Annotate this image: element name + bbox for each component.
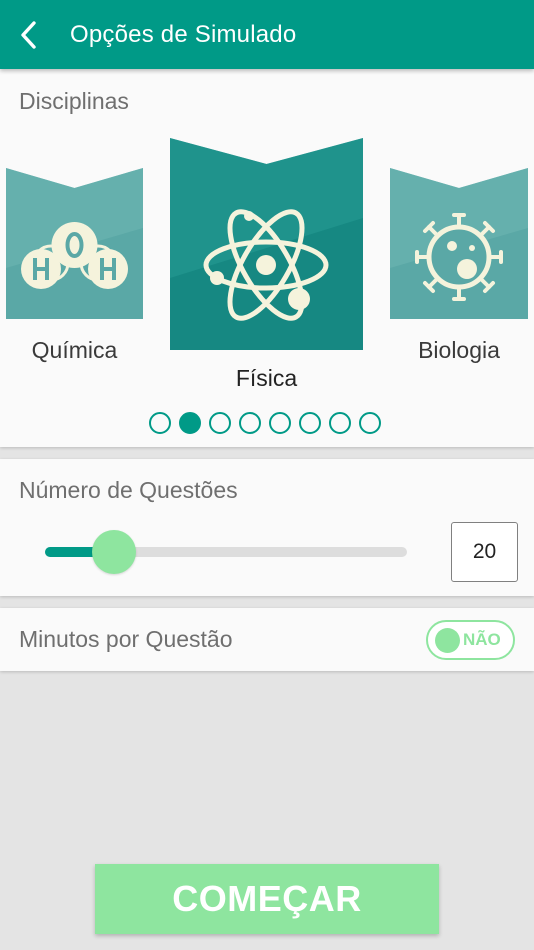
- subject-quimica[interactable]: Química: [6, 168, 143, 368]
- toggle-knob: [435, 628, 460, 653]
- questoes-count-input[interactable]: 20: [451, 522, 518, 582]
- virus-icon: [415, 213, 503, 301]
- page-dot-2[interactable]: [179, 412, 201, 434]
- subject-biologia[interactable]: Biologia: [390, 168, 528, 368]
- app-bar: Opções de Simulado: [0, 0, 534, 69]
- page-dot-1[interactable]: [149, 412, 171, 434]
- page-dot-3[interactable]: [209, 412, 231, 434]
- back-button[interactable]: [14, 17, 44, 53]
- page-dot-7[interactable]: [329, 412, 351, 434]
- page-title: Opções de Simulado: [70, 21, 297, 48]
- page-dot-5[interactable]: [269, 412, 291, 434]
- questoes-label: Número de Questões: [19, 477, 238, 503]
- subject-tile-biologia: [390, 168, 528, 319]
- minutos-toggle[interactable]: NÃO: [426, 620, 515, 660]
- page-dot-6[interactable]: [299, 412, 321, 434]
- disciplinas-label: Disciplinas: [19, 88, 129, 114]
- subject-fisica[interactable]: Física: [170, 138, 363, 396]
- subject-label-biologia: Biologia: [418, 337, 500, 363]
- subject-label-fisica: Física: [235, 365, 298, 391]
- subject-tile-quimica: [6, 168, 143, 319]
- toggle-label: NÃO: [463, 630, 501, 649]
- page-dot-4[interactable]: [239, 412, 261, 434]
- slider-thumb[interactable]: [91, 530, 136, 574]
- start-button[interactable]: COMEÇAR: [95, 864, 439, 934]
- chevron-left-icon: [21, 21, 36, 49]
- subject-label-quimica: Química: [31, 337, 118, 363]
- page-dot-8[interactable]: [359, 412, 381, 434]
- minutos-label: Minutos por Questão: [19, 626, 233, 652]
- subject-tile-fisica: [170, 138, 363, 350]
